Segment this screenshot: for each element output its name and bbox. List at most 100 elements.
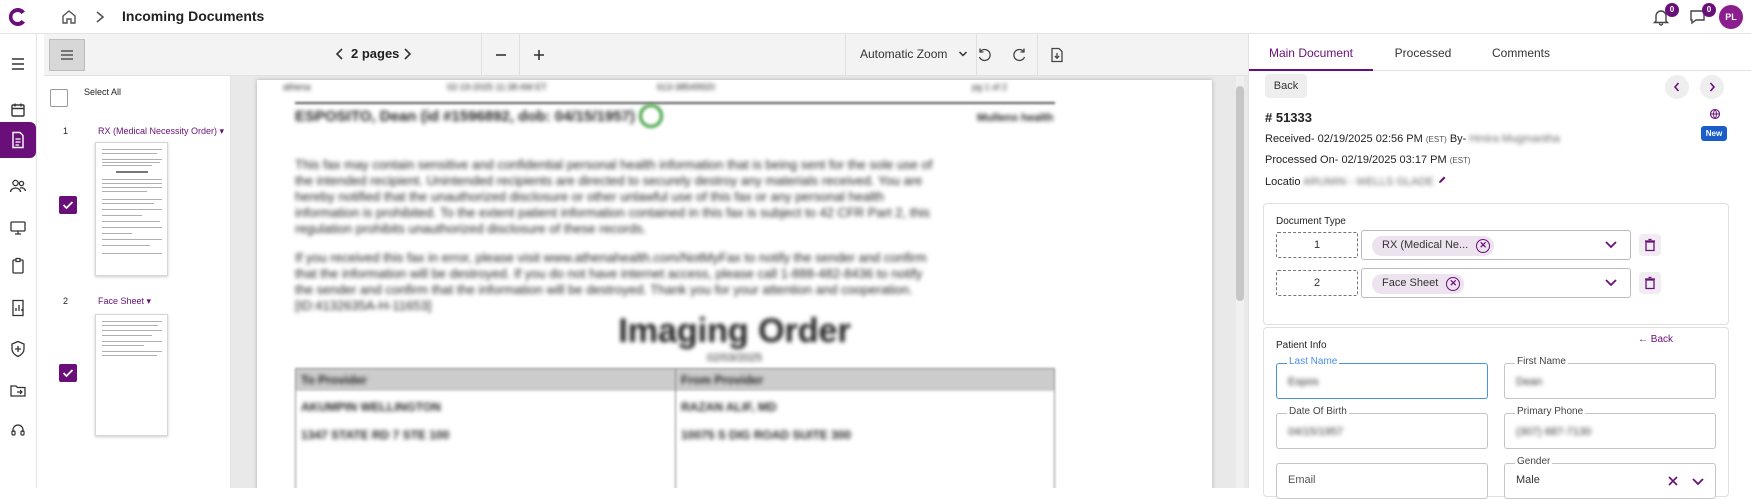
nav-export[interactable]	[0, 372, 36, 408]
gender-select[interactable]: Gender Male	[1504, 456, 1716, 499]
document-type-select[interactable]: RX (Medical Ne... ✕	[1361, 230, 1631, 260]
document-type-chip-text: Face Sheet	[1382, 277, 1439, 289]
rotate-left-button[interactable]	[965, 34, 1003, 76]
shield-plus-icon	[11, 340, 25, 358]
delete-row-button[interactable]	[1639, 234, 1661, 256]
zoom-select-value: Automatic Zoom	[860, 47, 948, 61]
patient-info-back-link[interactable]: ← Back	[1638, 334, 1673, 345]
previous-page-icon[interactable]	[335, 47, 345, 61]
gender-value: Male	[1516, 474, 1540, 486]
first-name-field[interactable]: First Name Dean	[1504, 356, 1716, 399]
tab-main-document[interactable]: Main Document	[1249, 34, 1373, 71]
notice-line: hereby notified that the unauthorized di…	[295, 189, 884, 204]
nav-security[interactable]	[0, 331, 36, 367]
patient-info-title: Patient Info	[1276, 340, 1327, 351]
thumbnail-page-1[interactable]	[95, 142, 168, 276]
back-button[interactable]: Back	[1265, 74, 1307, 98]
email-field[interactable]: Email	[1276, 463, 1488, 499]
thumbnail-number: 1	[63, 126, 69, 136]
received-label: Received-	[1265, 133, 1315, 145]
pdf-toolbar: 2 pages Automatic Zoom	[231, 34, 1248, 76]
thumbnail-doc-type-label[interactable]: Face Sheet ▾	[98, 296, 151, 307]
notifications-button[interactable]: 0	[1651, 3, 1679, 27]
thumbnail-checkbox[interactable]	[59, 364, 77, 382]
chevron-down-icon[interactable]	[1604, 278, 1618, 288]
nav-patients[interactable]	[0, 168, 36, 204]
document-icon	[12, 131, 24, 149]
notice-line: [ID:4132635A-H-11653]	[295, 298, 432, 313]
notice-line: that the information will be destroyed. …	[295, 266, 923, 281]
table-cell: 10075 S DIG ROAD SUITE 300	[681, 428, 852, 442]
top-bar: Incoming Documents 0 0 PL	[0, 0, 1751, 34]
chevron-down-icon[interactable]	[1691, 477, 1705, 487]
document-viewer[interactable]: athena 02-19-2025 11:38 AM ET 613-385499…	[231, 76, 1248, 488]
sidebar-toggle-button[interactable]	[49, 39, 85, 71]
received-timezone: (EST)	[1425, 135, 1447, 144]
table-header: To Provider	[301, 373, 367, 387]
viewer-scrollbar[interactable]	[1236, 76, 1244, 488]
tab-processed[interactable]: Processed	[1373, 34, 1473, 71]
page-range-input[interactable]: 1	[1276, 232, 1358, 258]
date-of-birth-field[interactable]: Date Of Birth 04/15/1957	[1276, 406, 1488, 449]
notifications-badge: 0	[1665, 3, 1679, 17]
processed-label: Processed On-	[1265, 154, 1339, 166]
zoom-out-button[interactable]	[481, 34, 519, 76]
menu-icon	[12, 58, 24, 70]
chevron-left-icon	[1673, 82, 1680, 92]
select-all-checkbox[interactable]	[50, 89, 68, 107]
nav-documents[interactable]	[0, 122, 36, 158]
document-title: Imaging Order	[618, 312, 851, 350]
zoom-select[interactable]: Automatic Zoom	[845, 34, 977, 76]
received-value: 02/19/2025 02:56 PM	[1317, 133, 1423, 145]
folder-export-icon	[10, 385, 26, 397]
home-icon[interactable]	[60, 8, 78, 26]
page-title: Incoming Documents	[122, 8, 265, 24]
logo-icon[interactable]	[6, 5, 30, 29]
date-of-birth-label: Date Of Birth	[1287, 406, 1349, 417]
thumbnail-number: 2	[63, 296, 69, 306]
delete-row-button[interactable]	[1639, 272, 1661, 294]
notice-line: This fax may contain sensitive and confi…	[295, 157, 933, 172]
download-button[interactable]	[1037, 34, 1075, 76]
remove-chip-icon[interactable]: ✕	[1446, 277, 1461, 291]
nav-menu[interactable]	[0, 46, 36, 82]
thumbnail-checkbox[interactable]	[59, 196, 77, 214]
next-page-icon[interactable]	[402, 47, 412, 61]
details-panel: Main Document Processed Comments Back # …	[1248, 34, 1751, 499]
nav-monitor[interactable]	[0, 210, 36, 246]
edit-pencil-icon[interactable]	[1437, 175, 1447, 185]
users-icon	[9, 179, 27, 193]
details-tabs: Main Document Processed Comments	[1249, 34, 1751, 71]
primary-phone-field[interactable]: Primary Phone (307) 687-7130	[1504, 406, 1716, 449]
email-label: Email	[1288, 474, 1316, 486]
last-name-value: Espos	[1288, 376, 1319, 388]
nav-support[interactable]	[0, 412, 36, 448]
clear-icon[interactable]	[1667, 475, 1679, 487]
avatar[interactable]: PL	[1719, 5, 1743, 29]
viewer-scrollbar-thumb[interactable]	[1236, 86, 1244, 301]
zoom-in-button[interactable]	[519, 34, 557, 76]
previous-document-button[interactable]	[1665, 75, 1689, 99]
rotate-right-button[interactable]	[1001, 34, 1039, 76]
table-cell: AKUMPIN WELLINGTON	[301, 400, 441, 414]
chevron-down-icon[interactable]	[1604, 240, 1618, 250]
sidebar-toggle-icon	[61, 50, 73, 60]
received-by-value: Hmira Mugmantha	[1469, 133, 1560, 145]
thumbnail-doc-type-label[interactable]: RX (Medical Necessity Order) ▾	[98, 126, 224, 137]
tab-comments[interactable]: Comments	[1473, 34, 1569, 71]
page-range-input[interactable]: 2	[1276, 270, 1358, 296]
nav-clipboard[interactable]	[0, 248, 36, 284]
clipboard-icon	[12, 257, 24, 274]
document-type-card: Document Type 1 RX (Medical Ne... ✕ 2 Fa…	[1263, 203, 1729, 325]
next-document-button[interactable]	[1700, 75, 1724, 99]
primary-phone-label: Primary Phone	[1515, 406, 1586, 417]
document-type-select[interactable]: Face Sheet ✕	[1361, 268, 1631, 298]
primary-phone-value: (307) 687-7130	[1516, 426, 1592, 438]
messages-button[interactable]: 0	[1688, 3, 1716, 27]
thumbnail-panel: Select All 1 RX (Medical Necessity Order…	[44, 34, 231, 488]
document-type-chip-text: RX (Medical Ne...	[1382, 239, 1469, 251]
last-name-field[interactable]: Last Name Espos	[1276, 356, 1488, 399]
nav-reports[interactable]	[0, 290, 36, 326]
remove-chip-icon[interactable]: ✕	[1476, 239, 1491, 253]
thumbnail-page-2[interactable]	[95, 314, 168, 436]
